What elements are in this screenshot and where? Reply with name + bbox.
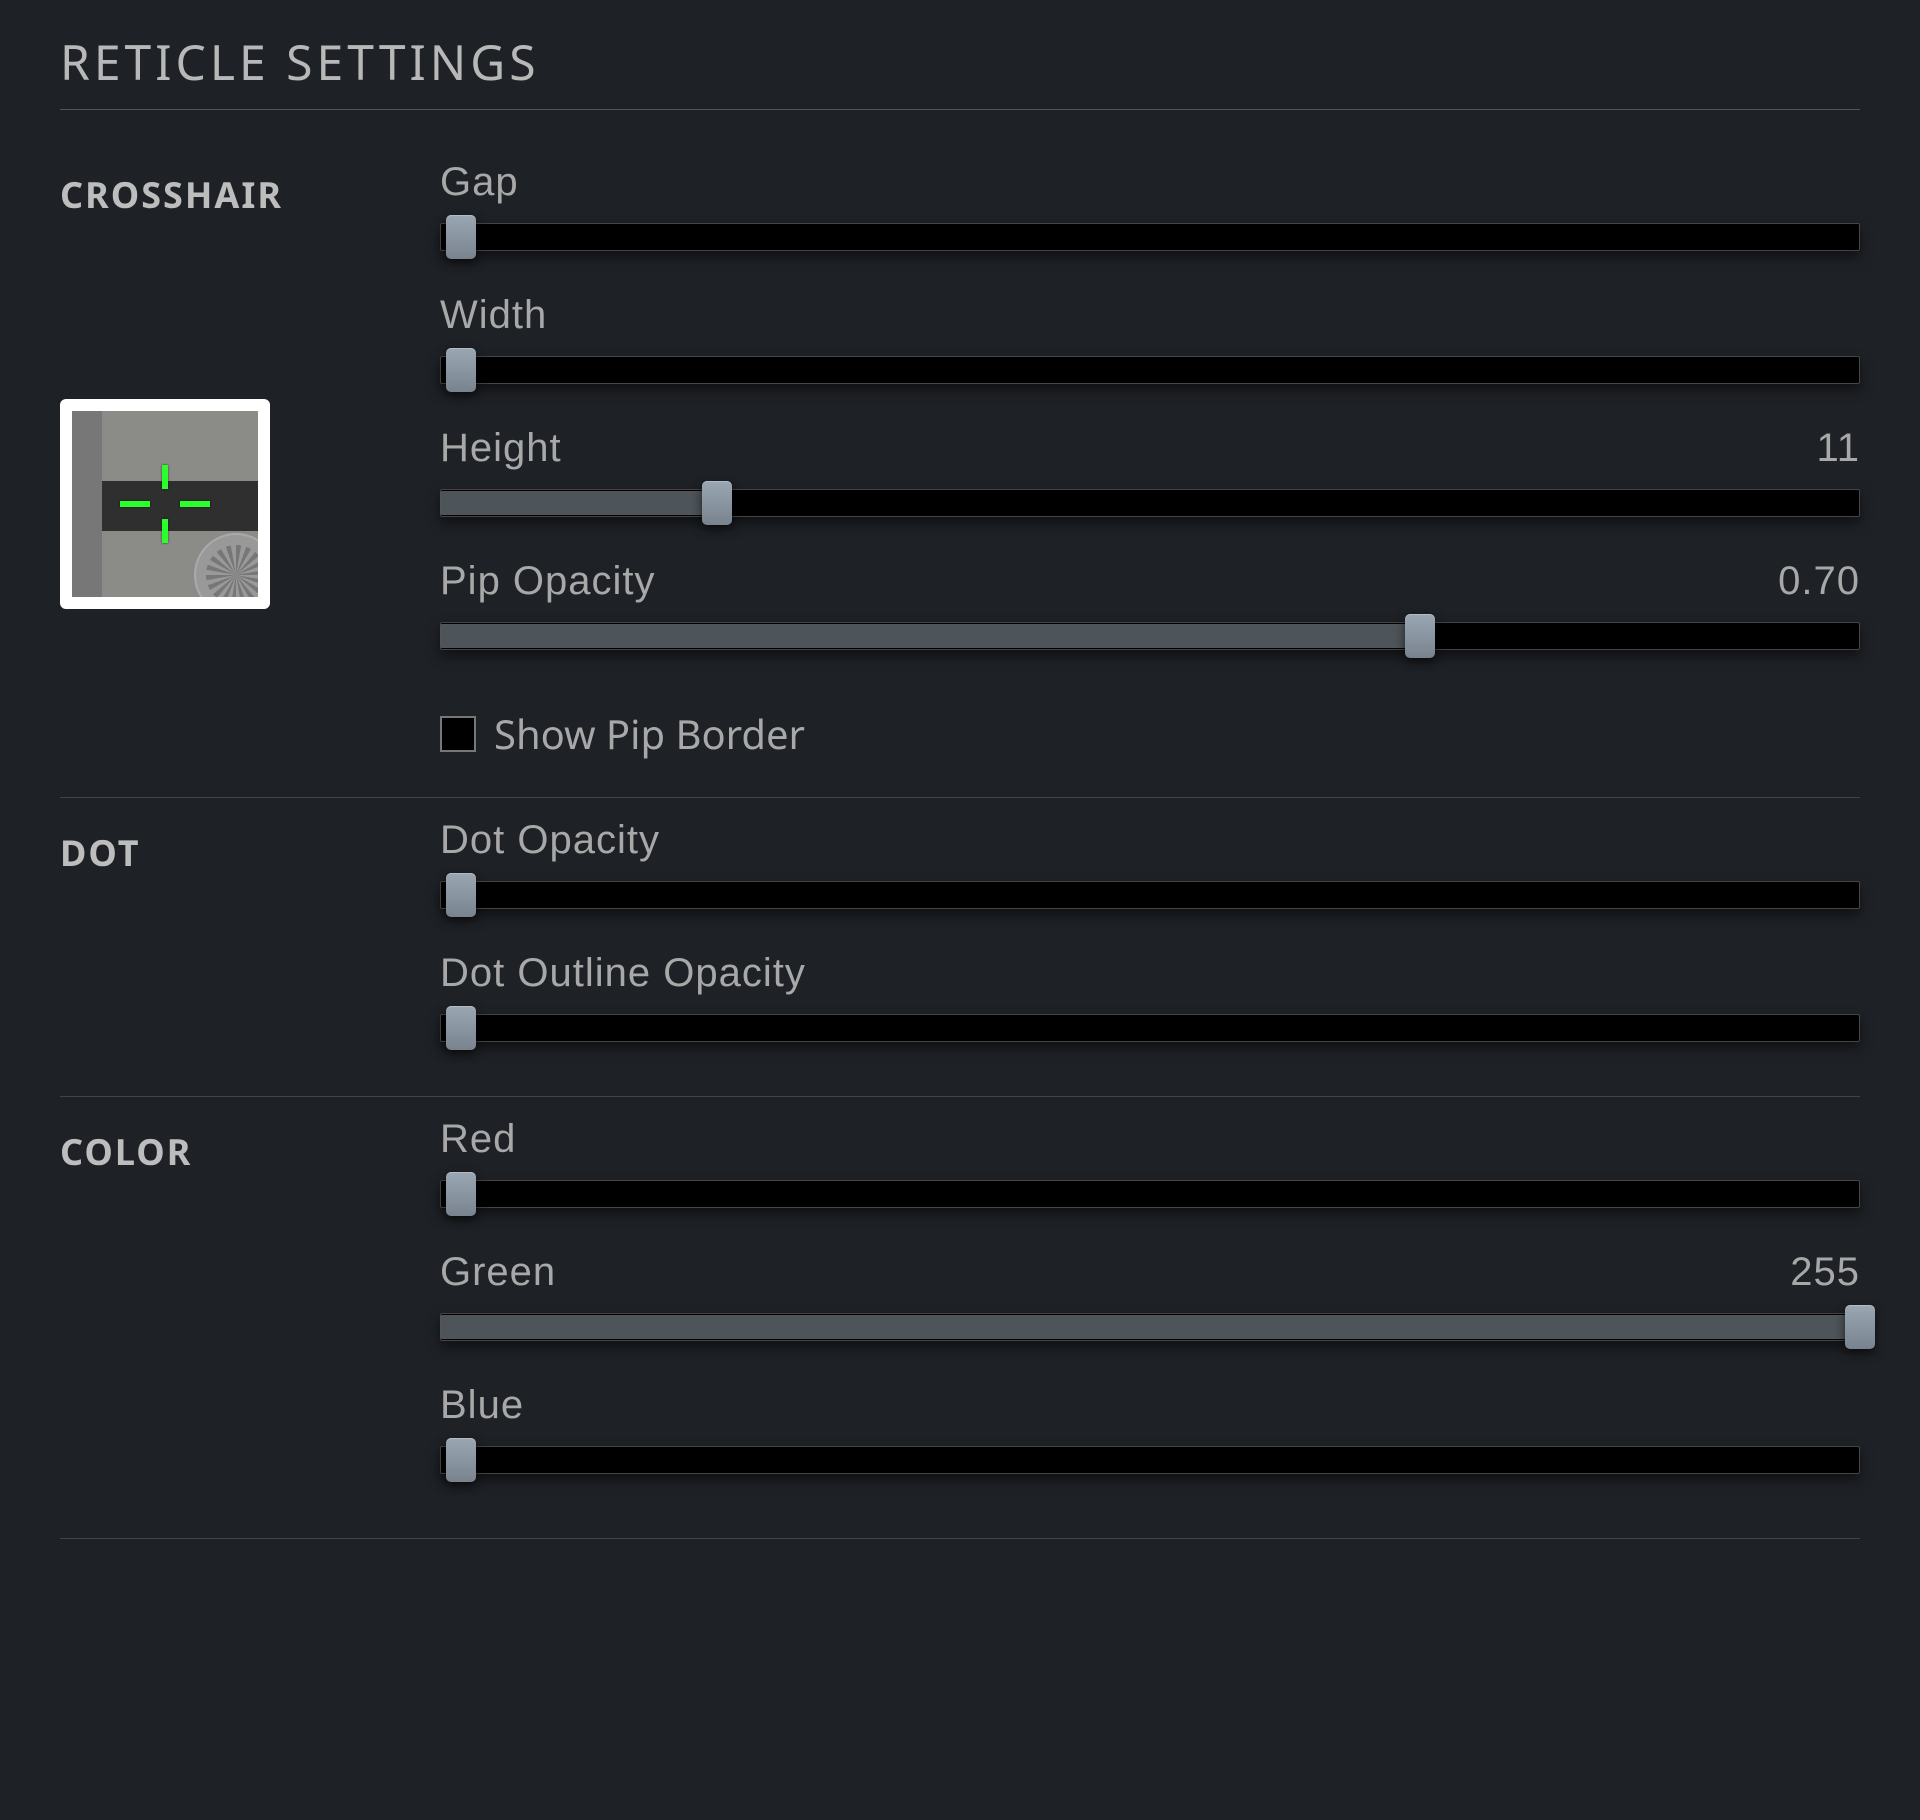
label-height: Height <box>440 426 562 471</box>
slider-width[interactable] <box>440 350 1860 390</box>
control-width: Width <box>440 283 1860 408</box>
label-width: Width <box>440 293 547 338</box>
label-dot-opacity: Dot Opacity <box>440 818 660 863</box>
value-pip-opacity: 0.70 <box>1778 559 1860 604</box>
control-blue: Blue <box>440 1373 1860 1498</box>
section-label-dot: DOT <box>60 828 440 877</box>
section-color: COLOR Red Green 255 <box>60 1096 1860 1528</box>
control-gap: Gap <box>440 150 1860 275</box>
slider-pip-opacity[interactable] <box>440 616 1860 656</box>
value-height: 11 <box>1816 426 1860 471</box>
section-color-controls: Red Green 255 <box>440 1107 1860 1498</box>
label-blue: Blue <box>440 1383 524 1428</box>
section-label-color: COLOR <box>60 1127 440 1176</box>
panel-title: RETICLE SETTINGS <box>60 30 1860 95</box>
section-crosshair: CROSSHAIR Gap <box>60 150 1860 797</box>
crosshair-pip-top-icon <box>162 465 168 489</box>
control-dot-outline-opacity: Dot Outline Opacity <box>440 941 1860 1066</box>
control-dot-opacity: Dot Opacity <box>440 808 1860 933</box>
section-crosshair-controls: Gap Width <box>440 150 1860 767</box>
label-green: Green <box>440 1250 556 1295</box>
reticle-preview-scene <box>72 411 258 597</box>
section-dot: DOT Dot Opacity Dot Outline Opacity <box>60 797 1860 1096</box>
label-red: Red <box>440 1117 516 1162</box>
reticle-settings-panel: RETICLE SETTINGS CROSSHAIR Gap <box>0 0 1920 1559</box>
panel-title-divider <box>60 109 1860 110</box>
label-dot-outline-opacity: Dot Outline Opacity <box>440 951 806 996</box>
section-dot-left: DOT <box>60 808 440 1066</box>
slider-height[interactable] <box>440 483 1860 523</box>
section-label-crosshair: CROSSHAIR <box>60 170 440 219</box>
reticle-preview-crosshair <box>120 459 210 549</box>
slider-dot-outline-opacity[interactable] <box>440 1008 1860 1048</box>
slider-gap[interactable] <box>440 217 1860 257</box>
section-color-left: COLOR <box>60 1107 440 1498</box>
slider-red[interactable] <box>440 1174 1860 1214</box>
control-green: Green 255 <box>440 1240 1860 1365</box>
crosshair-pip-bottom-icon <box>162 519 168 543</box>
control-pip-opacity: Pip Opacity 0.70 <box>440 549 1860 674</box>
label-show-pip-border: Show Pip Border <box>494 706 805 761</box>
crosshair-pip-right-icon <box>180 501 210 507</box>
crosshair-pip-left-icon <box>120 501 150 507</box>
section-crosshair-left: CROSSHAIR <box>60 150 440 767</box>
label-pip-opacity: Pip Opacity <box>440 559 656 604</box>
checkbox-show-pip-border[interactable] <box>440 716 476 752</box>
slider-dot-opacity[interactable] <box>440 875 1860 915</box>
control-red: Red <box>440 1107 1860 1232</box>
control-height: Height 11 <box>440 416 1860 541</box>
slider-green[interactable] <box>440 1307 1860 1347</box>
section-dot-controls: Dot Opacity Dot Outline Opacity <box>440 808 1860 1066</box>
slider-blue[interactable] <box>440 1440 1860 1480</box>
label-gap: Gap <box>440 160 519 205</box>
value-green: 255 <box>1790 1250 1860 1295</box>
reticle-preview <box>60 399 270 609</box>
bottom-divider <box>60 1538 1860 1539</box>
control-show-pip-border[interactable]: Show Pip Border <box>440 706 1860 761</box>
